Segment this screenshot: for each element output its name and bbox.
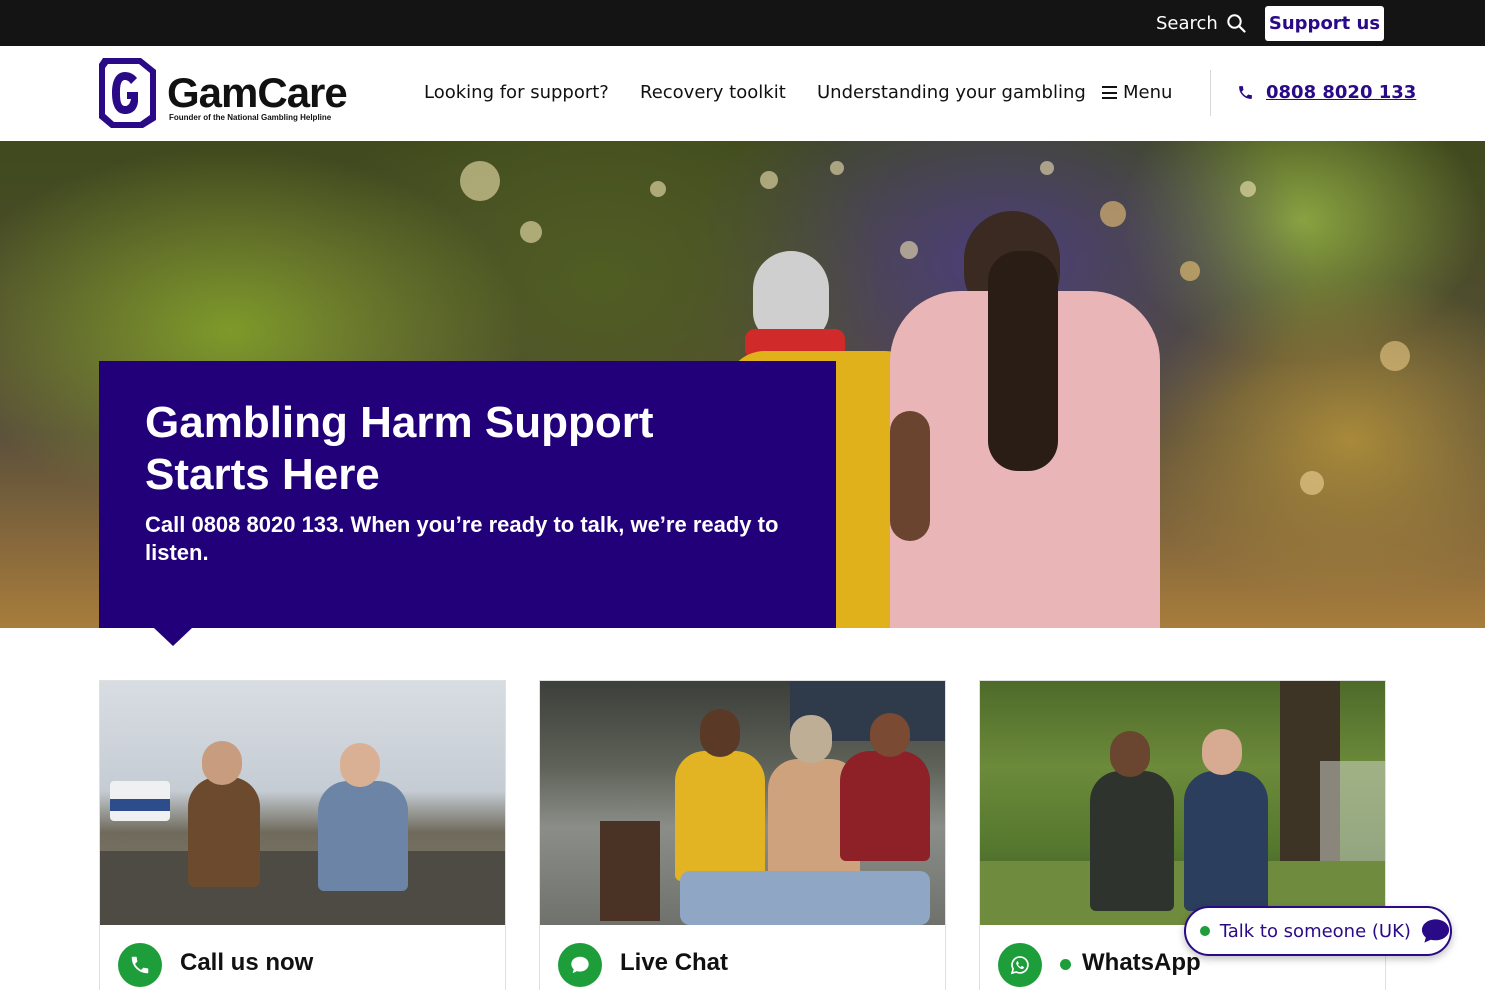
search-label: Search bbox=[1156, 12, 1218, 34]
menu-button[interactable]: Menu bbox=[1102, 82, 1172, 103]
phone-icon bbox=[1239, 86, 1252, 99]
hero-person-right bbox=[890, 211, 1170, 628]
card-photo-harbour bbox=[100, 681, 505, 925]
logo-tagline: Founder of the National Gambling Helplin… bbox=[169, 113, 332, 122]
top-utility-bar: Search Support us bbox=[0, 0, 1485, 46]
support-us-button[interactable]: Support us bbox=[1265, 6, 1384, 41]
chat-bubble-icon bbox=[1421, 919, 1450, 943]
phone-icon bbox=[118, 943, 162, 987]
header-divider bbox=[1210, 70, 1211, 116]
online-status-dot bbox=[1200, 926, 1210, 936]
nav-looking-for-support[interactable]: Looking for support? bbox=[424, 82, 609, 103]
logo-wordmark: GamCare bbox=[167, 69, 348, 116]
talk-to-someone-button[interactable]: Talk to someone (UK) bbox=[1184, 906, 1452, 956]
card-title: WhatsApp bbox=[1082, 949, 1201, 976]
menu-label: Menu bbox=[1123, 82, 1173, 103]
site-header: GamCare Founder of the National Gambling… bbox=[0, 46, 1485, 141]
card-photo-park bbox=[980, 681, 1385, 925]
hero-panel-pointer bbox=[154, 628, 192, 646]
hamburger-icon bbox=[1102, 86, 1117, 99]
card-title: Live Chat bbox=[620, 949, 729, 976]
search-icon bbox=[1227, 14, 1246, 33]
hero-subtitle: Call 0808 8020 133. When you’re ready to… bbox=[145, 512, 779, 565]
header-phone-number: 0808 8020 133 bbox=[1266, 82, 1417, 103]
hero-text-panel: Gambling Harm Support Starts Here Call 0… bbox=[99, 361, 836, 628]
card-photo-bench bbox=[540, 681, 945, 925]
nav-understanding-your-gambling[interactable]: Understanding your gambling bbox=[817, 82, 1086, 103]
gamcare-logo-mark-icon bbox=[99, 58, 156, 128]
nav-recovery-toolkit[interactable]: Recovery toolkit bbox=[640, 82, 786, 103]
card-live-chat[interactable]: Live Chat bbox=[539, 680, 946, 990]
gamcare-logo[interactable]: GamCare Founder of the National Gambling… bbox=[99, 58, 349, 130]
card-title: Call us now bbox=[180, 949, 314, 976]
hero-title: Gambling Harm Support Starts Here bbox=[145, 398, 654, 499]
search-button[interactable]: Search bbox=[1156, 11, 1246, 35]
chat-bubble-icon bbox=[558, 943, 602, 987]
whatsapp-icon bbox=[998, 943, 1042, 987]
header-phone-link[interactable]: 0808 8020 133 bbox=[1237, 82, 1416, 103]
talk-to-someone-label: Talk to someone (UK) bbox=[1219, 920, 1411, 942]
online-status-dot bbox=[1060, 959, 1071, 970]
card-call-us-now[interactable]: Call us now bbox=[99, 680, 506, 990]
hero-banner: Gambling Harm Support Starts Here Call 0… bbox=[0, 141, 1485, 628]
